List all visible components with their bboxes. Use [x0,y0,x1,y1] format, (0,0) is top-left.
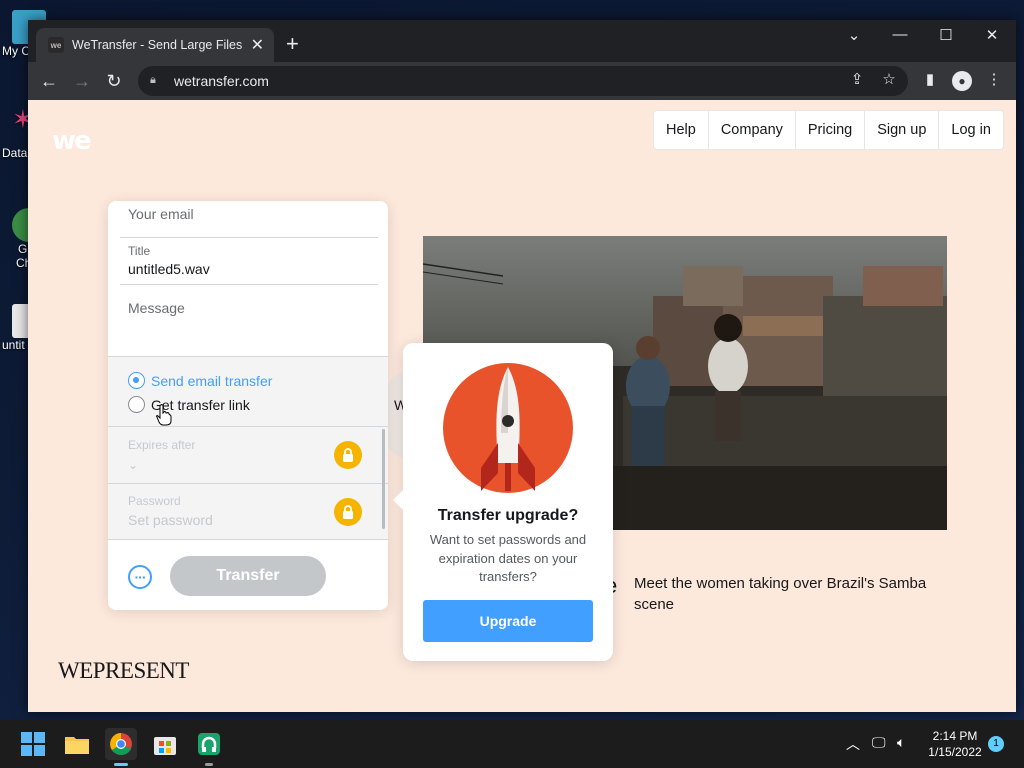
forward-icon[interactable]: → [71,70,93,92]
menu-kebab-icon[interactable]: ⋮ [983,70,1005,88]
divider [108,426,388,427]
title-field[interactable]: Title untitled5.wav [128,244,378,277]
send-email-transfer-label: Send email transfer [151,372,273,389]
side-panel-icon[interactable]: ▮ [919,70,941,88]
clock-date: 1/15/2022 [928,745,982,759]
share-icon[interactable]: ⇪ [846,70,868,88]
email-field[interactable]: Your email [128,206,378,222]
divider [108,483,388,484]
network-icon[interactable]: 🖵︎ [872,734,886,751]
message-placeholder: Message [128,300,185,316]
new-tab-icon[interactable]: + [286,33,299,55]
bookmark-star-icon[interactable]: ☆ [878,70,900,88]
top-nav: Help Company Pricing Sign up Log in [653,110,1004,150]
page-viewport: we Help Company Pricing Sign up Log in W… [28,100,1016,712]
wetransfer-favicon-icon: we [48,37,64,53]
password-lock-icon[interactable] [334,498,362,526]
nav-sign-up[interactable]: Sign up [865,111,940,149]
popover-title: Transfer upgrade? [437,507,579,524]
browser-window: we WeTransfer - Send Large Files & S ✕ +… [28,20,1016,712]
address-bar[interactable]: 🔒︎ wetransfer.com [138,66,908,96]
back-icon[interactable]: ← [38,70,60,92]
title-label: Title [128,244,151,258]
tab-search-icon[interactable]: ⌄ [842,26,866,44]
reload-icon[interactable]: ↻ [103,70,125,92]
radio-send-email-transfer[interactable]: Send email transfer [128,372,272,389]
headphones-app-icon[interactable] [193,728,225,766]
wetransfer-logo[interactable]: we [52,126,92,156]
close-window-icon[interactable]: ✕ [980,26,1004,44]
browser-toolbar: ← → ↻ 🔒︎ wetransfer.com ⇪ ☆ ▮ ● ⋮ [28,62,1016,100]
file-explorer-icon[interactable] [61,728,93,760]
panel-scrollbar[interactable] [382,429,385,529]
lock-icon: 🔒︎ [150,74,156,86]
upgrade-popover: Transfer upgrade? Want to set passwords … [403,343,613,661]
nav-help[interactable]: Help [654,111,709,149]
windows-start-icon[interactable] [17,728,49,760]
popover-description: Want to set passwords and expiration dat… [429,532,587,584]
transfer-panel: Your email Title untitled5.wav Message S… [108,201,388,610]
expires-lock-icon[interactable] [334,441,362,469]
volume-icon[interactable]: 🔈︎ [897,734,905,751]
title-value[interactable]: untitled5.wav [128,261,378,277]
microsoft-store-icon[interactable] [149,728,181,760]
profile-icon[interactable]: ● [952,71,972,91]
divider [120,284,378,285]
divider [108,539,388,540]
radio-checked-icon[interactable] [128,372,145,389]
message-field[interactable]: Message [128,300,378,316]
taskbar: ︿ 🖵︎ 🔈︎ 2:14 PM 1/15/2022 1 [0,720,1024,768]
upgrade-button[interactable]: Upgrade [423,600,593,642]
email-placeholder: Your email [128,206,194,222]
notification-badge[interactable]: 1 [988,736,1004,752]
nav-pricing[interactable]: Pricing [796,111,866,149]
minimize-icon[interactable]: — [888,26,912,43]
divider [120,237,378,238]
more-options-button[interactable]: ··· [128,565,152,589]
hand-cursor-icon [156,404,172,426]
wepresent-logo[interactable]: WEPRESENT [58,658,189,684]
transfer-button[interactable]: Transfer [170,556,326,596]
feature-caption[interactable]: Meet the women taking over Brazil's Samb… [634,573,964,615]
active-indicator [114,763,128,766]
url-text[interactable]: wetransfer.com [174,73,269,89]
nav-company[interactable]: Company [709,111,796,149]
tab-title: WeTransfer - Send Large Files & S [72,38,243,52]
divider [108,356,388,357]
show-hidden-icons-icon[interactable]: ︿ [846,734,860,754]
chrome-taskbar-icon[interactable] [105,728,137,766]
radio-get-transfer-link[interactable]: Get transfer link [128,396,250,413]
tab-close-icon[interactable]: ✕ [251,35,264,55]
running-indicator [205,763,213,766]
radio-unchecked-icon[interactable] [128,396,145,413]
clock-time: 2:14 PM [932,729,978,743]
tab-wetransfer[interactable]: we WeTransfer - Send Large Files & S ✕ [36,28,274,62]
nav-log-in[interactable]: Log in [939,111,1003,149]
maximize-icon[interactable]: ☐ [934,26,958,44]
system-clock[interactable]: 2:14 PM 1/15/2022 [922,728,988,760]
transfer-options: Send email transfer Get transfer link Ex… [108,356,388,540]
rocket-icon [443,363,573,493]
tab-strip: we WeTransfer - Send Large Files & S ✕ +… [28,20,1016,62]
